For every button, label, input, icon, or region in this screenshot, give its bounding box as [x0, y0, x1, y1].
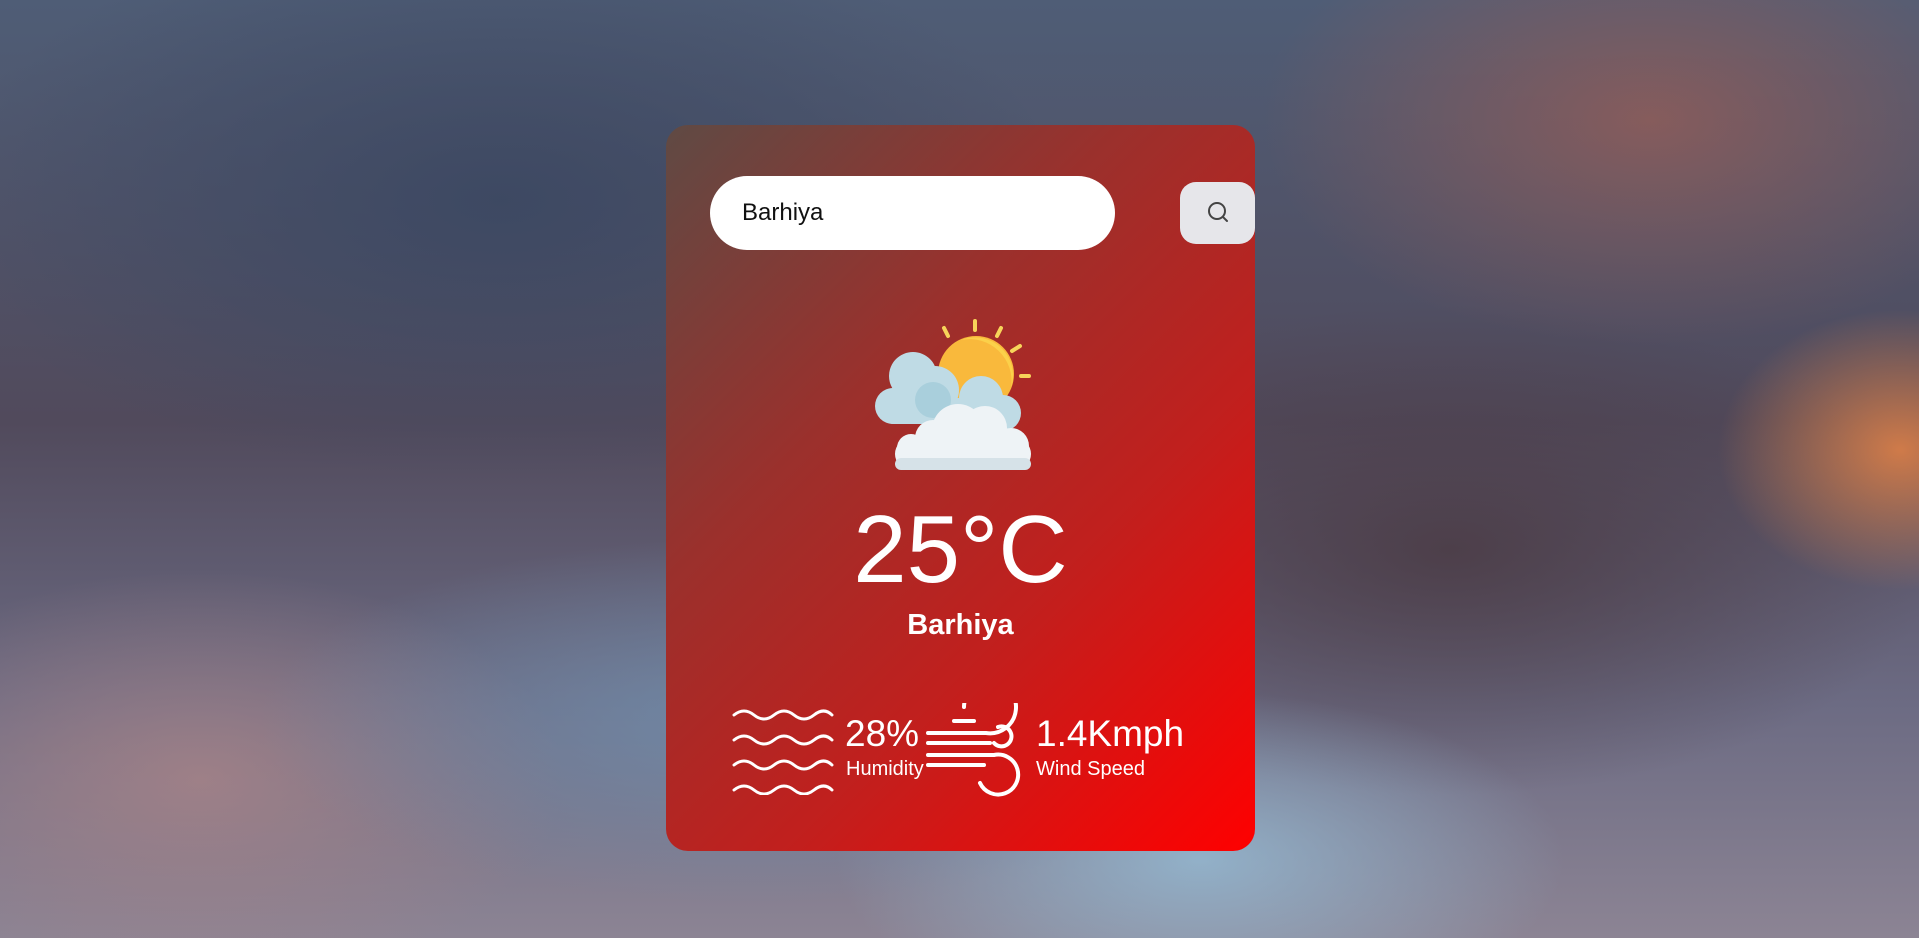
weather-card: 25°C Barhiya 28% Humidity 1.4Kmph Wind S… [666, 125, 1255, 851]
temperature-display: 25°C [853, 496, 1068, 603]
search-button[interactable] [1180, 182, 1255, 244]
partly-cloudy-icon [875, 319, 1031, 470]
city-name: Barhiya [907, 609, 1014, 641]
humidity-label: Humidity [846, 758, 924, 780]
humidity-value: 28% [845, 713, 920, 754]
search-bar [710, 176, 1255, 250]
wind-icon [926, 703, 1021, 797]
city-search-input[interactable] [710, 176, 1115, 250]
wind-speed-label: Wind Speed [1036, 758, 1145, 780]
search-icon [1207, 202, 1228, 222]
humidity-waves-icon [732, 709, 834, 795]
wind-speed-value: 1.4Kmph [1036, 713, 1185, 754]
